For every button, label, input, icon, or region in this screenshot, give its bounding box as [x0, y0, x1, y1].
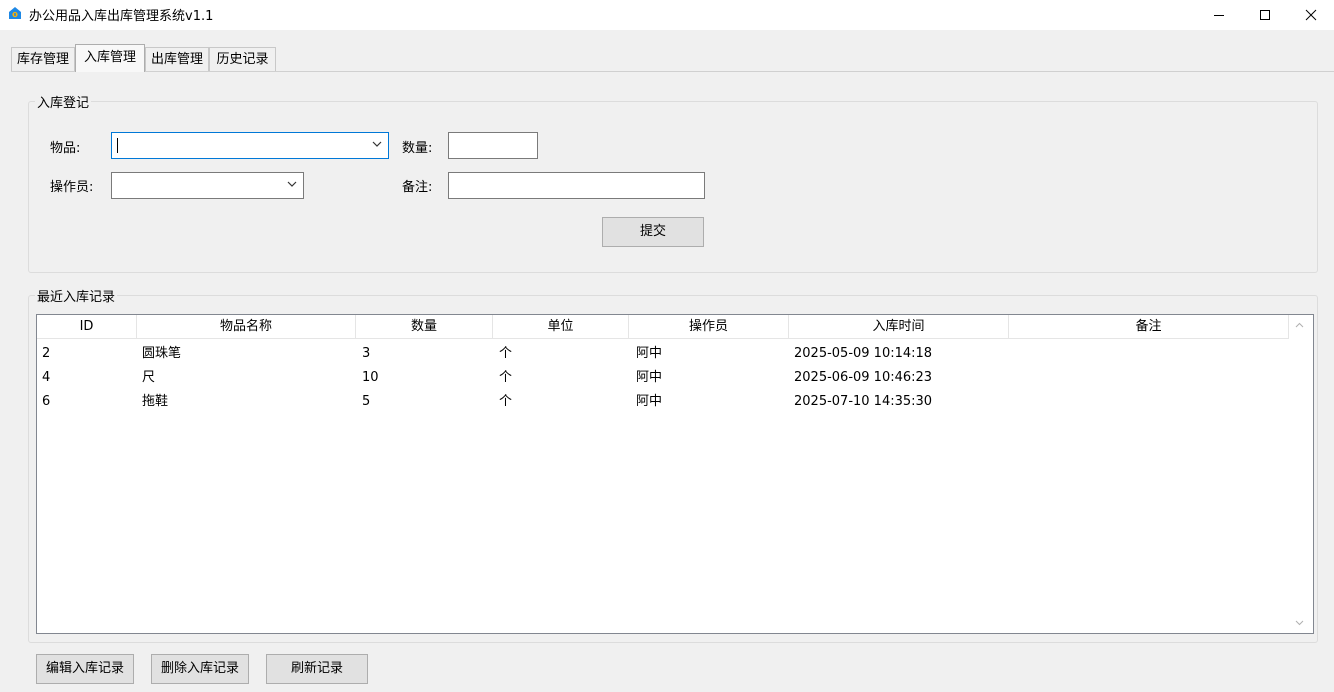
column-header-remark[interactable]: 备注	[1009, 315, 1289, 339]
column-header-stock-in-time[interactable]: 入库时间	[789, 315, 1009, 339]
chevron-down-icon	[287, 181, 297, 187]
column-header-quantity[interactable]: 数量	[356, 315, 493, 339]
cell-operator: 阿中	[636, 394, 663, 409]
client-area: 库存管理 入库管理 出库管理 历史记录 入库登记 物品: 数量: 操作员: 备注…	[0, 30, 1334, 692]
tab-history[interactable]: 历史记录	[209, 47, 276, 71]
tab-stock-out[interactable]: 出库管理	[145, 47, 209, 71]
submit-button[interactable]: 提交	[602, 217, 704, 247]
item-label: 物品:	[50, 141, 81, 156]
cell-item-name: 尺	[142, 370, 156, 385]
house-app-icon	[9, 7, 21, 19]
cell-operator: 阿中	[636, 370, 663, 385]
column-header-unit[interactable]: 单位	[493, 315, 629, 339]
column-header-id[interactable]: ID	[37, 315, 137, 339]
text-caret	[117, 138, 118, 153]
minimize-icon	[1214, 15, 1224, 16]
cell-time: 2025-05-09 10:14:18	[794, 346, 933, 361]
recent-records-title: 最近入库记录	[35, 286, 118, 305]
maximize-icon	[1260, 10, 1270, 20]
operator-combobox[interactable]	[111, 172, 304, 199]
cell-quantity: 3	[362, 346, 371, 361]
cell-operator: 阿中	[636, 346, 663, 361]
edit-record-button[interactable]: 编辑入库记录	[36, 654, 134, 684]
maximize-button[interactable]	[1242, 0, 1288, 30]
cell-id: 6	[42, 394, 51, 409]
column-header-item-name[interactable]: 物品名称	[137, 315, 356, 339]
tab-pane-border	[11, 71, 1334, 72]
delete-record-button[interactable]: 删除入库记录	[151, 654, 249, 684]
remark-input[interactable]	[448, 172, 705, 199]
refresh-records-button[interactable]: 刷新记录	[266, 654, 368, 684]
chevron-down-icon	[1295, 620, 1304, 625]
scroll-down-button[interactable]	[1291, 614, 1308, 631]
window-title: 办公用品入库出库管理系统v1.1	[29, 9, 214, 24]
minimize-button[interactable]	[1196, 0, 1242, 30]
cell-id: 4	[42, 370, 51, 385]
quantity-input[interactable]	[448, 132, 538, 159]
cell-quantity: 10	[362, 370, 379, 385]
cell-unit: 个	[499, 370, 513, 385]
tab-stock-in[interactable]: 入库管理	[75, 44, 145, 72]
cell-item-name: 圆珠笔	[142, 346, 182, 361]
records-table[interactable]: ID 物品名称 数量 单位 操作员 入库时间 备注 2 圆珠笔 3 个 阿中 2…	[36, 314, 1314, 634]
cell-time: 2025-06-09 10:46:23	[794, 370, 933, 385]
chevron-up-icon	[1295, 322, 1304, 327]
title-bar: 办公用品入库出库管理系统v1.1	[0, 0, 1334, 30]
cell-item-name: 拖鞋	[142, 394, 169, 409]
close-icon	[1305, 9, 1317, 21]
remark-label: 备注:	[402, 180, 433, 195]
chevron-down-icon	[372, 141, 382, 147]
quantity-label: 数量:	[402, 141, 433, 156]
cell-time: 2025-07-10 14:35:30	[794, 394, 933, 409]
operator-label: 操作员:	[50, 180, 94, 195]
scroll-up-button[interactable]	[1291, 316, 1308, 333]
table-vertical-scrollbar[interactable]	[1291, 314, 1308, 634]
cell-unit: 个	[499, 394, 513, 409]
tab-inventory[interactable]: 库存管理	[11, 47, 75, 71]
cell-unit: 个	[499, 346, 513, 361]
close-button[interactable]	[1288, 0, 1334, 30]
cell-quantity: 5	[362, 394, 371, 409]
cell-id: 2	[42, 346, 51, 361]
column-header-operator[interactable]: 操作员	[629, 315, 789, 339]
stock-in-form-title: 入库登记	[35, 92, 92, 111]
item-combobox[interactable]	[111, 132, 389, 159]
